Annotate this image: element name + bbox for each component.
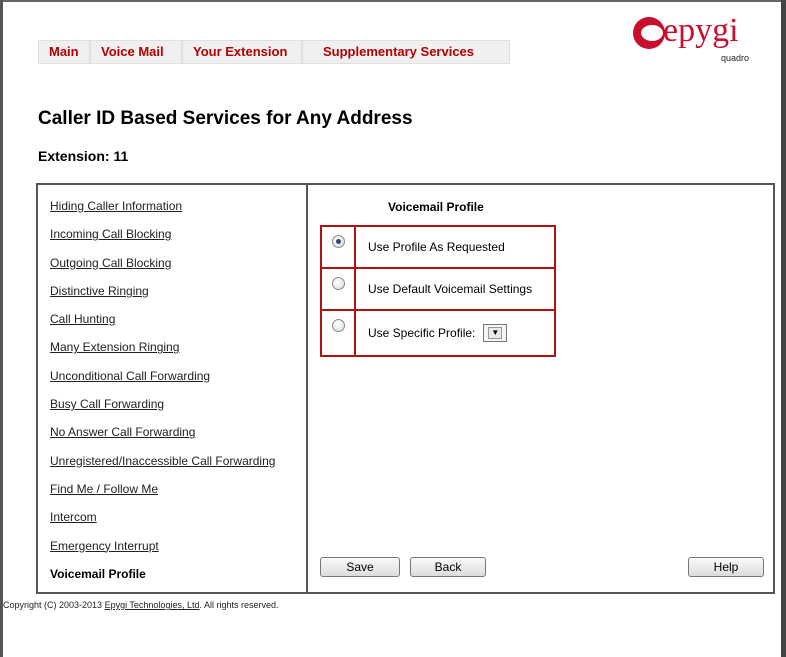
epygi-logo: epygi quadro (633, 12, 753, 63)
profile-select[interactable]: ▼ (483, 324, 508, 342)
option-row-profile-as-requested: Use Profile As Requested (322, 227, 554, 269)
radio-use-specific-profile[interactable] (331, 319, 345, 332)
panel-divider (306, 185, 308, 592)
window-frame-left (0, 0, 3, 657)
help-button[interactable]: Help (688, 557, 764, 577)
epygi-link[interactable]: Epygi Technologies, Ltd (105, 600, 200, 610)
tab-main[interactable]: Main (38, 40, 90, 64)
radio-use-profile-as-requested[interactable] (331, 235, 345, 248)
sidebar-item-many-extension-ringing[interactable]: Many Extension Ringing (50, 340, 306, 368)
section-title: Voicemail Profile (388, 200, 484, 214)
window-frame-top (0, 0, 786, 2)
tab-your-extension[interactable]: Your Extension (182, 40, 302, 64)
sidebar-item-hiding-caller-information[interactable]: Hiding Caller Information (50, 199, 306, 227)
sidebar-menu: Hiding Caller Information Incoming Call … (50, 199, 306, 595)
radio-use-default-voicemail-settings[interactable] (331, 277, 345, 290)
copyright-footer: Copyright (C) 2003-2013 Epygi Technologi… (3, 600, 279, 610)
extension-label: Extension: 11 (38, 148, 129, 164)
main-panel: Hiding Caller Information Incoming Call … (36, 183, 775, 594)
radio-cell (322, 311, 356, 355)
chevron-down-icon: ▼ (488, 327, 503, 339)
radio-cell (322, 227, 356, 267)
tab-supplementary-services[interactable]: Supplementary Services (302, 40, 510, 64)
option-label: Use Default Voicemail Settings (368, 282, 533, 296)
sidebar-item-call-hunting[interactable]: Call Hunting (50, 312, 306, 340)
option-label-wrap: Use Specific Profile: ▼ (356, 311, 554, 355)
option-label: Use Profile As Requested (368, 240, 505, 254)
sidebar-item-find-me-follow-me[interactable]: Find Me / Follow Me (50, 482, 306, 510)
sidebar-item-unregistered-call-forwarding[interactable]: Unregistered/Inaccessible Call Forwardin… (50, 454, 306, 482)
tab-voice-mail[interactable]: Voice Mail (90, 40, 182, 64)
top-navigation: Main Voice Mail Your Extension Supplemen… (38, 40, 510, 64)
sidebar-item-intercom[interactable]: Intercom (50, 510, 306, 538)
save-button[interactable]: Save (320, 557, 400, 577)
copyright-suffix: . All rights reserved. (199, 600, 279, 610)
sidebar-item-outgoing-call-blocking[interactable]: Outgoing Call Blocking (50, 256, 306, 284)
voicemail-options-group: Use Profile As Requested Use Default Voi… (320, 225, 556, 357)
option-row-specific-profile: Use Specific Profile: ▼ (322, 311, 554, 355)
radio-cell (322, 269, 356, 309)
back-button[interactable]: Back (410, 557, 486, 577)
sidebar-item-busy-call-forwarding[interactable]: Busy Call Forwarding (50, 397, 306, 425)
logo-mark-icon (633, 17, 665, 49)
option-row-default-voicemail: Use Default Voicemail Settings (322, 269, 554, 311)
option-label: Use Specific Profile: (368, 326, 476, 340)
logo-subtitle: quadro (721, 53, 750, 63)
sidebar-item-no-answer-call-forwarding[interactable]: No Answer Call Forwarding (50, 425, 306, 453)
sidebar-item-emergency-interrupt[interactable]: Emergency Interrupt (50, 539, 306, 567)
page-title: Caller ID Based Services for Any Address (38, 108, 413, 129)
sidebar-item-unconditional-call-forwarding[interactable]: Unconditional Call Forwarding (50, 369, 306, 397)
copyright-prefix: Copyright (C) 2003-2013 (3, 600, 105, 610)
logo-wordmark: epygi (663, 12, 739, 49)
window-frame-right (781, 0, 786, 657)
sidebar-item-incoming-call-blocking[interactable]: Incoming Call Blocking (50, 227, 306, 255)
sidebar-item-voicemail-profile[interactable]: Voicemail Profile (50, 567, 306, 595)
sidebar-item-distinctive-ringing[interactable]: Distinctive Ringing (50, 284, 306, 312)
